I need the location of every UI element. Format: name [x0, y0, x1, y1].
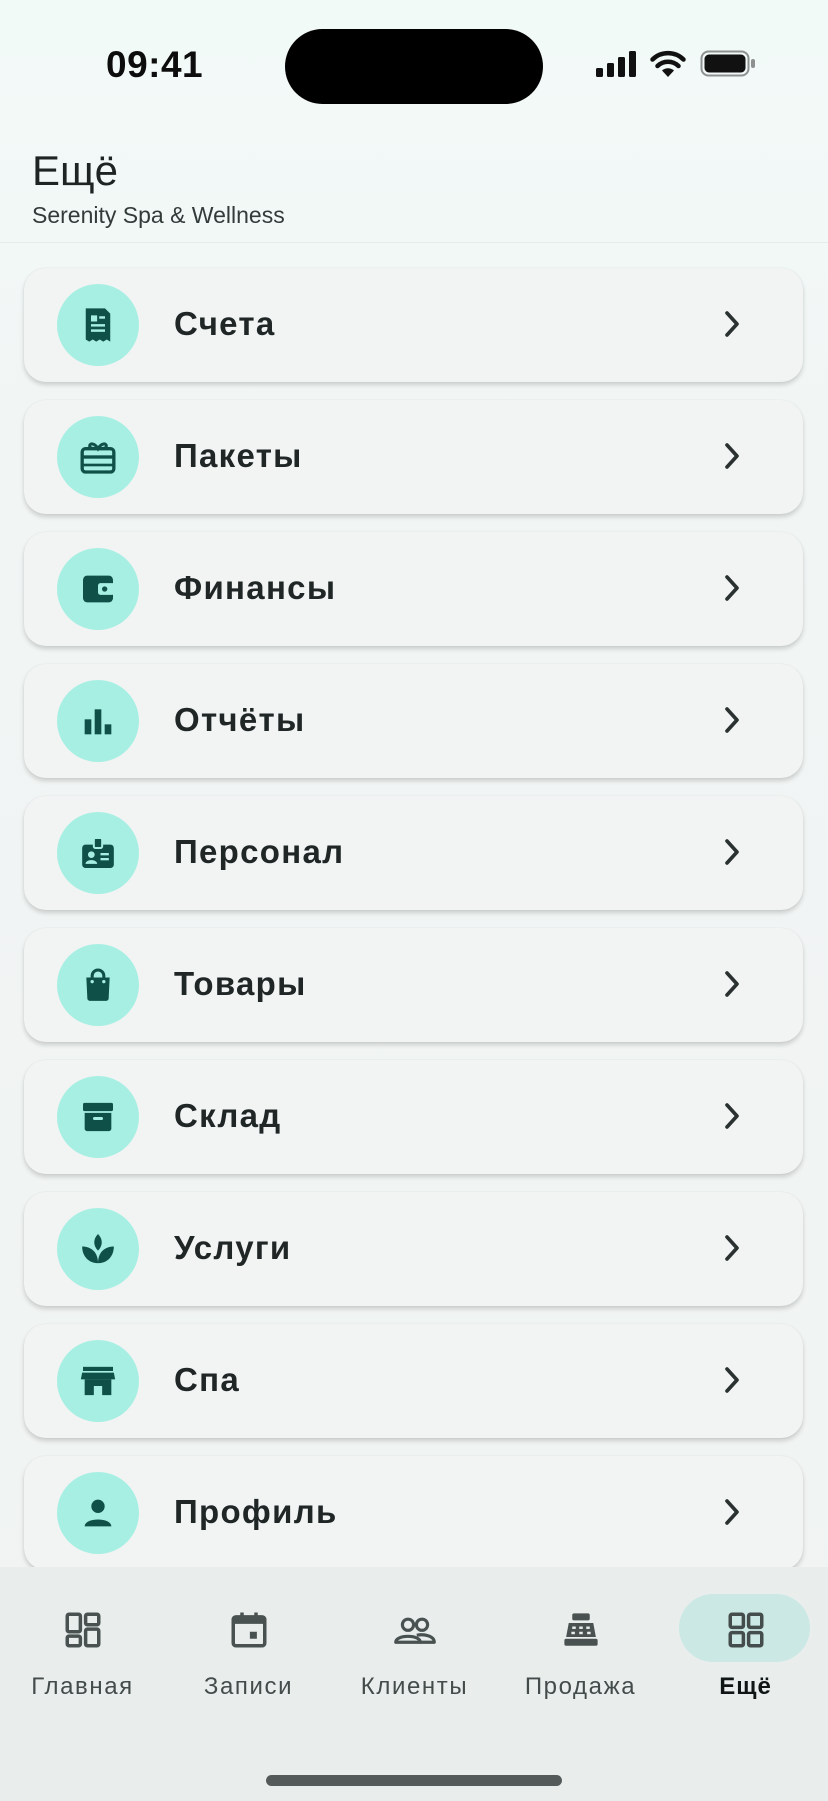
menu-item-label: Склад: [174, 1097, 282, 1134]
chevron-right-icon: [723, 838, 741, 871]
bottom-nav: Главная Записи Клиенты Продажа Ещё: [0, 1567, 828, 1801]
wifi-icon: [650, 50, 686, 82]
nav-tab-appointments[interactable]: Записи: [166, 1567, 331, 1707]
storefront-icon: [57, 1340, 139, 1422]
nav-label: Клиенты: [360, 1673, 469, 1700]
dashboard-icon: [58, 1605, 108, 1655]
menu-item-profile[interactable]: Профиль: [24, 1456, 803, 1570]
menu-item-products[interactable]: Товары: [24, 928, 803, 1042]
menu-item-label: Товары: [174, 965, 307, 1002]
chevron-right-icon: [723, 1234, 741, 1267]
spa-lotus-icon: [57, 1208, 139, 1290]
menu-item-label: Финансы: [174, 569, 337, 606]
cash-register-icon: [556, 1605, 606, 1655]
invoice-icon: [57, 284, 139, 366]
menu-item-staff[interactable]: Персонал: [24, 796, 803, 910]
chevron-right-icon: [723, 706, 741, 739]
nav-tab-sale[interactable]: Продажа: [498, 1567, 663, 1707]
status-time: 09:41: [106, 44, 204, 85]
menu-item-warehouse[interactable]: Склад: [24, 1060, 803, 1174]
page-title: Ещё: [32, 147, 118, 194]
nav-label: Продажа: [524, 1673, 637, 1700]
bar-chart-icon: [57, 680, 139, 762]
menu-item-finance[interactable]: Финансы: [24, 532, 803, 646]
menu-item-invoices[interactable]: Счета: [24, 268, 803, 382]
menu-item-label: Спа: [174, 1361, 241, 1398]
menu-list: Счета Пакеты Финансы Отчёты Персонал Тов…: [24, 268, 803, 1588]
calendar-icon: [224, 1605, 274, 1655]
menu-item-spa[interactable]: Спа: [24, 1324, 803, 1438]
wallet-icon: [57, 548, 139, 630]
status-icons: [596, 50, 756, 82]
menu-item-label: Отчёты: [174, 701, 306, 738]
people-icon: [390, 1605, 440, 1655]
chevron-right-icon: [723, 310, 741, 343]
menu-item-label: Услуги: [174, 1229, 292, 1266]
header-divider: [0, 242, 828, 243]
nav-label: Записи: [203, 1673, 294, 1700]
chevron-right-icon: [723, 1366, 741, 1399]
status-bar: 09:41: [0, 0, 828, 130]
menu-item-label: Персонал: [174, 833, 345, 870]
menu-item-label: Профиль: [174, 1493, 338, 1530]
shopping-bag-icon: [57, 944, 139, 1026]
chevron-right-icon: [723, 1102, 741, 1135]
menu-item-reports[interactable]: Отчёты: [24, 664, 803, 778]
menu-item-packages[interactable]: Пакеты: [24, 400, 803, 514]
home-indicator[interactable]: [266, 1775, 562, 1786]
gift-card-icon: [57, 416, 139, 498]
chevron-right-icon: [723, 1498, 741, 1531]
cellular-signal-icon: [596, 50, 636, 82]
archive-icon: [57, 1076, 139, 1158]
person-icon: [57, 1472, 139, 1554]
chevron-right-icon: [723, 970, 741, 1003]
nav-tab-clients[interactable]: Клиенты: [332, 1567, 497, 1707]
menu-item-label: Пакеты: [174, 437, 303, 474]
chevron-right-icon: [723, 442, 741, 475]
page-header: Ещё Serenity Spa & Wellness: [32, 146, 285, 229]
badge-icon: [57, 812, 139, 894]
chevron-right-icon: [723, 574, 741, 607]
menu-item-label: Счета: [174, 305, 276, 342]
nav-label: Ещё: [719, 1673, 772, 1700]
grid-icon: [721, 1605, 771, 1655]
nav-label: Главная: [31, 1673, 134, 1700]
page-subtitle: Serenity Spa & Wellness: [32, 202, 285, 228]
nav-tab-home[interactable]: Главная: [0, 1567, 165, 1707]
nav-tab-more[interactable]: Ещё: [663, 1567, 828, 1707]
dynamic-island: [285, 29, 543, 104]
battery-icon: [700, 50, 756, 82]
menu-item-services[interactable]: Услуги: [24, 1192, 803, 1306]
